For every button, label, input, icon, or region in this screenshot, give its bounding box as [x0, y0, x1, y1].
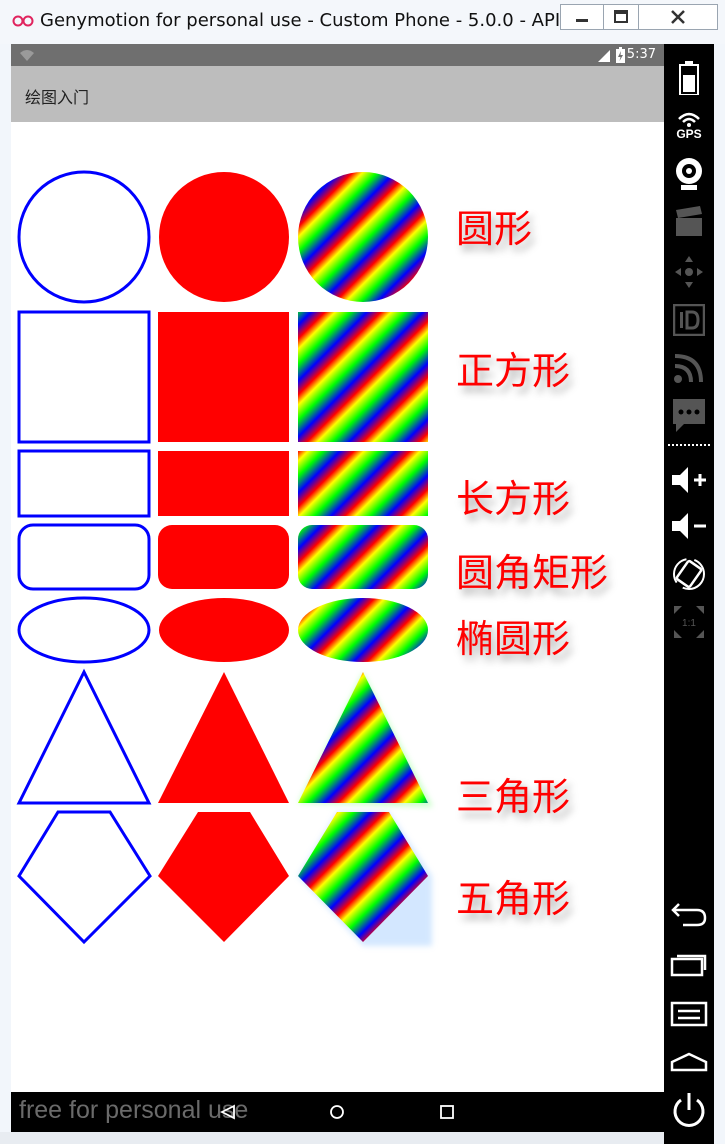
rounded-rectangle-fill [158, 525, 289, 589]
battery-button[interactable] [664, 60, 714, 96]
capture-button[interactable] [664, 202, 714, 242]
volume-up-icon [672, 467, 706, 493]
action-bar: 绘图入门 [11, 66, 664, 122]
android-menu-button[interactable] [664, 994, 714, 1034]
clapper-icon [676, 206, 702, 236]
gps-button[interactable]: GPS [664, 106, 714, 146]
close-button[interactable] [638, 4, 718, 30]
android-recents-button[interactable] [664, 944, 714, 984]
wifi-icon [20, 50, 34, 61]
id-icon [673, 304, 705, 336]
recents-icon [670, 954, 707, 977]
label-triangle: 三角形 [456, 775, 571, 819]
genymotion-window: Genymotion for personal use - Custom Pho… [0, 0, 725, 1144]
label-pentagon: 五角形 [456, 877, 571, 921]
volume-up-button[interactable] [664, 460, 714, 500]
title-bar: Genymotion for personal use - Custom Pho… [0, 0, 725, 44]
rounded-rectangle-gradient [298, 525, 428, 589]
genymotion-sidebar: GPS 1:1 [664, 44, 714, 1144]
volume-down-icon [672, 513, 706, 539]
window-title: Genymotion for personal use - Custom Pho… [40, 10, 578, 31]
genymotion-logo-icon [12, 15, 34, 27]
android-nav-bar: free for personal use [11, 1092, 664, 1132]
window-bottom-edge [0, 1132, 664, 1144]
gps-icon [678, 112, 700, 127]
home-icon [670, 1052, 708, 1072]
power-icon [673, 1093, 705, 1127]
rectangle-fill [158, 451, 289, 516]
ellipse-fill [159, 598, 289, 662]
square-stroke [17, 310, 151, 444]
scale-label: 1:1 [682, 618, 696, 629]
label-rounded-rectangle: 圆角矩形 [456, 551, 609, 595]
volume-down-button[interactable] [664, 506, 714, 546]
battery-icon [679, 61, 699, 95]
rotate-icon [673, 558, 705, 590]
circle-stroke [17, 170, 151, 304]
maximize-icon [614, 10, 628, 23]
pentagon-fill [158, 812, 289, 942]
home-icon[interactable] [329, 1104, 345, 1120]
label-ellipse: 椭圆形 [456, 617, 571, 661]
label-rectangle: 长方形 [456, 477, 571, 521]
rectangle-gradient [298, 451, 428, 516]
close-icon [671, 10, 685, 24]
scale-icon: 1:1 [674, 606, 704, 638]
sms-button[interactable] [664, 396, 714, 436]
phone-screen: 5:37 绘图入门 圆形 正方形 长方形 圆角矩形 椭圆形 三角形 五角形 [11, 44, 664, 1092]
power-button[interactable] [664, 1088, 714, 1132]
status-bar: 5:37 [11, 44, 664, 66]
network-button[interactable] [664, 348, 714, 388]
sidebar-separator [668, 444, 710, 446]
gps-label: GPS [676, 127, 702, 141]
triangle-gradient [298, 672, 428, 803]
back-icon[interactable] [220, 1104, 236, 1120]
circle-gradient [298, 172, 428, 302]
signal-icon [598, 50, 610, 62]
webcam-button[interactable] [664, 154, 714, 194]
rotate-button[interactable] [664, 552, 714, 596]
rectangle-stroke [17, 449, 151, 518]
device-id-button[interactable] [664, 300, 714, 340]
pentagon-stroke [17, 810, 152, 945]
app-title: 绘图入门 [25, 88, 90, 107]
ellipse-gradient [298, 598, 428, 662]
ellipse-stroke [17, 596, 151, 664]
circle-fill [159, 172, 289, 302]
sms-icon [673, 399, 705, 432]
square-gradient [298, 312, 428, 442]
rounded-rectangle-stroke [17, 523, 151, 591]
drawing-canvas: 圆形 正方形 长方形 圆角矩形 椭圆形 三角形 五角形 [11, 122, 664, 1092]
recents-icon[interactable] [439, 1104, 455, 1120]
battery-charging-icon [616, 47, 625, 63]
minimize-button[interactable] [560, 4, 604, 30]
maximize-button[interactable] [603, 4, 639, 30]
watermark-text: free for personal use [19, 1096, 249, 1124]
status-time: 5:37 [626, 47, 656, 62]
scale-button[interactable]: 1:1 [664, 602, 714, 642]
rss-icon [674, 354, 703, 383]
minimize-icon [576, 19, 588, 22]
label-circle: 圆形 [456, 207, 533, 251]
label-square: 正方形 [456, 349, 571, 393]
square-fill [158, 312, 289, 442]
triangle-fill [158, 672, 289, 803]
triangle-stroke [16, 668, 152, 805]
dpad-icon [675, 256, 703, 288]
android-home-button[interactable] [664, 1042, 714, 1082]
back-icon [671, 903, 707, 927]
webcam-icon [676, 158, 702, 190]
dpad-button[interactable] [664, 252, 714, 292]
android-back-button[interactable] [664, 894, 714, 934]
shapes-drawing [16, 170, 433, 946]
menu-icon [670, 1001, 708, 1027]
